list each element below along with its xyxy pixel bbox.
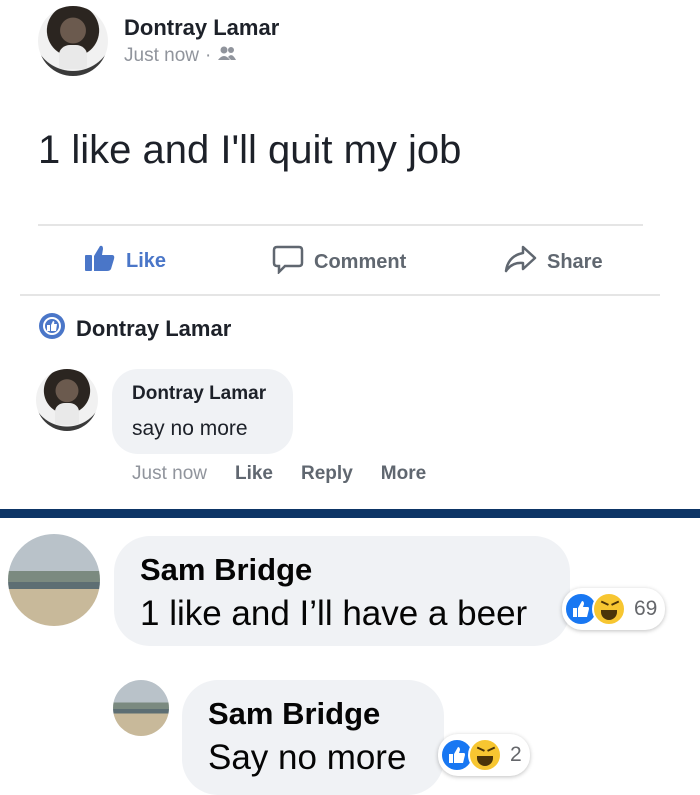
comment2-reaction-count: 2: [510, 743, 522, 766]
sam-avatar[interactable]: [8, 534, 100, 626]
comment-reply-link[interactable]: Reply: [301, 463, 353, 485]
comment-time[interactable]: Just now: [132, 463, 207, 485]
comment1-text: 1 like and I’ll have a beer: [140, 594, 528, 633]
comment-as-name: Dontray Lamar: [76, 315, 232, 341]
like-button[interactable]: Like: [84, 244, 166, 278]
friends-icon: [217, 45, 237, 67]
comment-as-row[interactable]: Dontray Lamar: [38, 312, 231, 345]
share-icon: [503, 244, 537, 280]
share-label: Share: [547, 250, 603, 273]
like-reaction-icon: [38, 312, 66, 345]
meta-dot: ·: [204, 45, 212, 66]
comment-actions: Just now Like Reply More: [132, 463, 426, 485]
comment-text: say no more: [132, 417, 248, 440]
comment-button[interactable]: Comment: [272, 244, 406, 280]
thumbs-up-icon: [84, 244, 116, 278]
comment1-reactions[interactable]: 69: [562, 588, 666, 630]
comment2-author[interactable]: Sam Bridge: [208, 696, 380, 732]
comment1-bubble: Sam Bridge 1 like and I’ll have a beer: [114, 536, 570, 646]
comment-author[interactable]: Dontray Lamar: [132, 383, 266, 405]
comment-like-link[interactable]: Like: [235, 463, 273, 485]
share-button[interactable]: Share: [503, 244, 603, 280]
like-label: Like: [126, 249, 167, 272]
comment-label: Comment: [314, 250, 407, 273]
post-time[interactable]: Just now: [124, 45, 199, 67]
comment-icon: [272, 244, 304, 280]
divider-bottom: [20, 294, 660, 296]
haha-reaction-icon: [592, 592, 626, 626]
haha-reaction-icon: [468, 738, 502, 772]
commenter-avatar[interactable]: [36, 369, 98, 431]
comment2-bubble: Sam Bridge Say no more: [182, 680, 444, 795]
post-author-name[interactable]: Dontray Lamar: [124, 15, 279, 41]
comment2-reactions[interactable]: 2: [438, 734, 530, 776]
author-avatar[interactable]: [38, 6, 108, 76]
post-text: 1 like and I'll quit my job: [38, 128, 462, 172]
comment1-reaction-count: 69: [634, 597, 658, 620]
comment2-text: Say no more: [208, 738, 407, 777]
sam-avatar-small[interactable]: [113, 680, 169, 736]
screenshot-separator: [0, 509, 700, 518]
comment-bubble: Dontray Lamar say no more: [112, 369, 293, 454]
divider-top: [38, 224, 643, 226]
comment-more-link[interactable]: More: [381, 463, 426, 485]
post-meta: Just now ·: [124, 45, 237, 67]
comment1-author[interactable]: Sam Bridge: [140, 552, 312, 588]
